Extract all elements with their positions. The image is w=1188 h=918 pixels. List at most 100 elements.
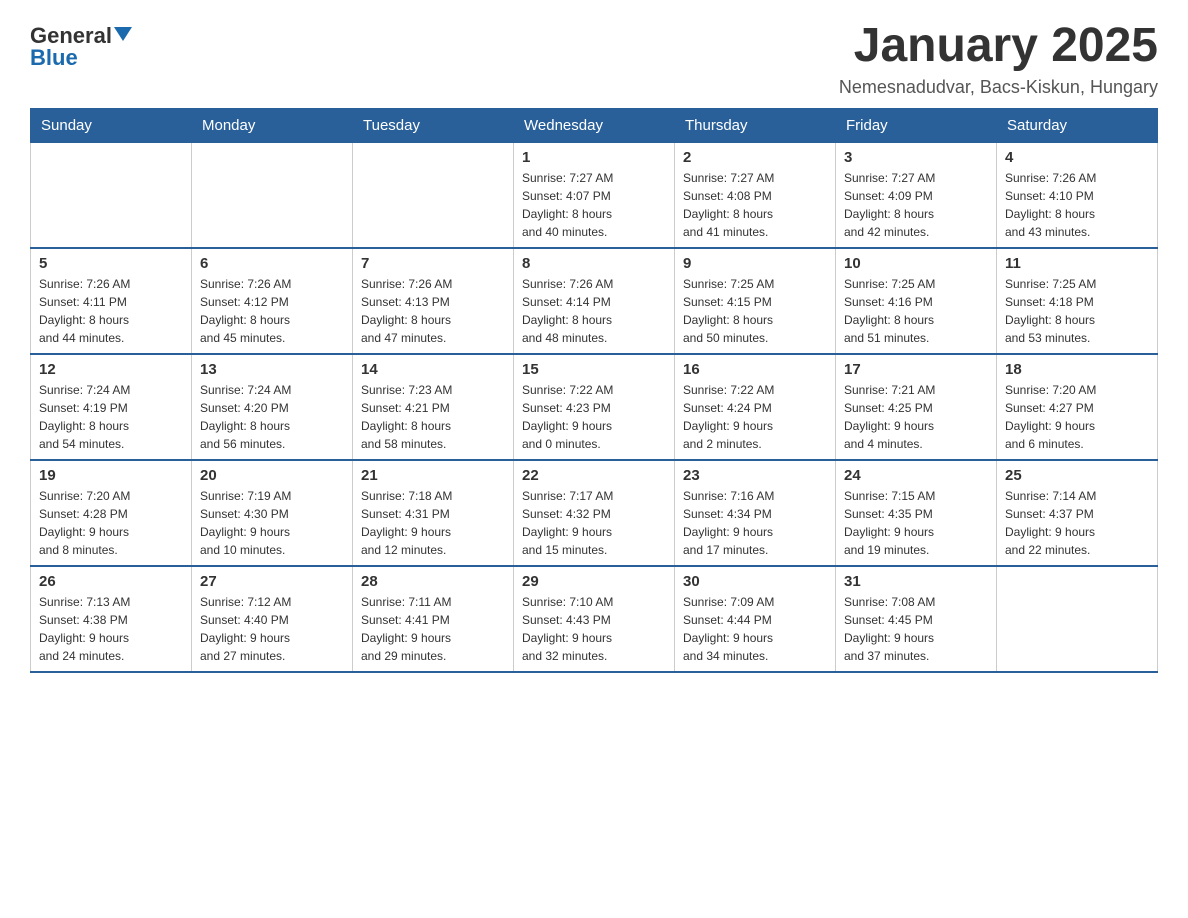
day-number: 16 [683,361,827,378]
day-info: Sunrise: 7:23 AM Sunset: 4:21 PM Dayligh… [361,381,505,453]
logo: General Blue [30,20,132,69]
day-number: 19 [39,467,183,484]
calendar-cell: 31 Sunrise: 7:08 AM Sunset: 4:45 PM Dayli… [836,566,997,672]
calendar-cell: 8 Sunrise: 7:26 AM Sunset: 4:14 PM Daylig… [514,248,675,354]
day-info: Sunrise: 7:26 AM Sunset: 4:11 PM Dayligh… [39,275,183,347]
day-number: 27 [200,573,344,590]
day-number: 29 [522,573,666,590]
day-info: Sunrise: 7:27 AM Sunset: 4:08 PM Dayligh… [683,169,827,241]
month-title: January 2025 [839,20,1158,73]
calendar-cell: 5 Sunrise: 7:26 AM Sunset: 4:11 PM Daylig… [31,248,192,354]
day-info: Sunrise: 7:26 AM Sunset: 4:12 PM Dayligh… [200,275,344,347]
day-number: 4 [1005,149,1149,166]
calendar-cell: 2 Sunrise: 7:27 AM Sunset: 4:08 PM Daylig… [675,142,836,248]
calendar-cell: 24 Sunrise: 7:15 AM Sunset: 4:35 PM Dayli… [836,460,997,566]
day-info: Sunrise: 7:24 AM Sunset: 4:19 PM Dayligh… [39,381,183,453]
day-info: Sunrise: 7:09 AM Sunset: 4:44 PM Dayligh… [683,593,827,665]
calendar-header-wednesday: Wednesday [514,108,675,142]
calendar-cell: 20Sunrise: 7:19 AM Sunset: 4:30 PM Dayli… [192,460,353,566]
logo-triangle-icon [114,27,132,41]
day-info: Sunrise: 7:22 AM Sunset: 4:23 PM Dayligh… [522,381,666,453]
day-info: Sunrise: 7:26 AM Sunset: 4:13 PM Dayligh… [361,275,505,347]
day-info: Sunrise: 7:21 AM Sunset: 4:25 PM Dayligh… [844,381,988,453]
day-number: 23 [683,467,827,484]
calendar-cell: 12 Sunrise: 7:24 AM Sunset: 4:19 PM Dayli… [31,354,192,460]
calendar-header-row: SundayMondayTuesdayWednesdayThursdayFrid… [31,108,1158,142]
calendar-cell: 26 Sunrise: 7:13 AM Sunset: 4:38 PM Dayli… [31,566,192,672]
day-number: 22 [522,467,666,484]
day-info: Sunrise: 7:20 AM Sunset: 4:28 PM Dayligh… [39,487,183,559]
page-header: General Blue January 2025 Nemesnadudvar,… [30,20,1158,98]
calendar-cell: 17Sunrise: 7:21 AM Sunset: 4:25 PM Dayli… [836,354,997,460]
calendar-cell: 22 Sunrise: 7:17 AM Sunset: 4:32 PM Dayli… [514,460,675,566]
calendar-cell: 19 Sunrise: 7:20 AM Sunset: 4:28 PM Dayli… [31,460,192,566]
logo-general: General [30,25,112,47]
day-info: Sunrise: 7:10 AM Sunset: 4:43 PM Dayligh… [522,593,666,665]
calendar-cell: 14 Sunrise: 7:23 AM Sunset: 4:21 PM Dayli… [353,354,514,460]
location: Nemesnadudvar, Bacs-Kiskun, Hungary [839,77,1158,98]
day-number: 13 [200,361,344,378]
day-number: 11 [1005,255,1149,272]
calendar-cell [31,142,192,248]
calendar-cell: 7 Sunrise: 7:26 AM Sunset: 4:13 PM Daylig… [353,248,514,354]
day-info: Sunrise: 7:22 AM Sunset: 4:24 PM Dayligh… [683,381,827,453]
day-number: 25 [1005,467,1149,484]
calendar-header-tuesday: Tuesday [353,108,514,142]
day-number: 26 [39,573,183,590]
calendar-header-sunday: Sunday [31,108,192,142]
day-number: 10 [844,255,988,272]
day-number: 2 [683,149,827,166]
day-info: Sunrise: 7:25 AM Sunset: 4:18 PM Dayligh… [1005,275,1149,347]
calendar-cell: 6 Sunrise: 7:26 AM Sunset: 4:12 PM Daylig… [192,248,353,354]
day-number: 6 [200,255,344,272]
calendar-cell: 10 Sunrise: 7:25 AM Sunset: 4:16 PM Dayli… [836,248,997,354]
calendar-week-row: 1 Sunrise: 7:27 AM Sunset: 4:07 PM Daylig… [31,142,1158,248]
calendar-cell: 16 Sunrise: 7:22 AM Sunset: 4:24 PM Dayli… [675,354,836,460]
calendar-week-row: 26 Sunrise: 7:13 AM Sunset: 4:38 PM Dayli… [31,566,1158,672]
calendar-week-row: 19 Sunrise: 7:20 AM Sunset: 4:28 PM Dayli… [31,460,1158,566]
calendar-cell: 21Sunrise: 7:18 AM Sunset: 4:31 PM Dayli… [353,460,514,566]
day-info: Sunrise: 7:15 AM Sunset: 4:35 PM Dayligh… [844,487,988,559]
day-number: 1 [522,149,666,166]
calendar-cell: 9Sunrise: 7:25 AM Sunset: 4:15 PM Daylig… [675,248,836,354]
day-number: 7 [361,255,505,272]
day-info: Sunrise: 7:16 AM Sunset: 4:34 PM Dayligh… [683,487,827,559]
calendar-cell: 30 Sunrise: 7:09 AM Sunset: 4:44 PM Dayli… [675,566,836,672]
calendar-week-row: 5 Sunrise: 7:26 AM Sunset: 4:11 PM Daylig… [31,248,1158,354]
day-info: Sunrise: 7:24 AM Sunset: 4:20 PM Dayligh… [200,381,344,453]
day-info: Sunrise: 7:25 AM Sunset: 4:15 PM Dayligh… [683,275,827,347]
day-info: Sunrise: 7:14 AM Sunset: 4:37 PM Dayligh… [1005,487,1149,559]
day-info: Sunrise: 7:27 AM Sunset: 4:09 PM Dayligh… [844,169,988,241]
day-number: 14 [361,361,505,378]
calendar-cell: 28Sunrise: 7:11 AM Sunset: 4:41 PM Dayli… [353,566,514,672]
calendar-cell: 29 Sunrise: 7:10 AM Sunset: 4:43 PM Dayli… [514,566,675,672]
day-number: 31 [844,573,988,590]
day-number: 12 [39,361,183,378]
calendar-cell: 15 Sunrise: 7:22 AM Sunset: 4:23 PM Dayli… [514,354,675,460]
day-number: 5 [39,255,183,272]
calendar-header-monday: Monday [192,108,353,142]
day-info: Sunrise: 7:26 AM Sunset: 4:10 PM Dayligh… [1005,169,1149,241]
day-info: Sunrise: 7:26 AM Sunset: 4:14 PM Dayligh… [522,275,666,347]
day-info: Sunrise: 7:27 AM Sunset: 4:07 PM Dayligh… [522,169,666,241]
calendar-cell: 27 Sunrise: 7:12 AM Sunset: 4:40 PM Dayli… [192,566,353,672]
day-number: 30 [683,573,827,590]
title-area: January 2025 Nemesnadudvar, Bacs-Kiskun,… [839,20,1158,98]
day-number: 15 [522,361,666,378]
day-number: 24 [844,467,988,484]
day-info: Sunrise: 7:13 AM Sunset: 4:38 PM Dayligh… [39,593,183,665]
calendar-header-saturday: Saturday [997,108,1158,142]
calendar-table: SundayMondayTuesdayWednesdayThursdayFrid… [30,108,1158,673]
day-number: 8 [522,255,666,272]
day-info: Sunrise: 7:25 AM Sunset: 4:16 PM Dayligh… [844,275,988,347]
calendar-header-friday: Friday [836,108,997,142]
day-info: Sunrise: 7:08 AM Sunset: 4:45 PM Dayligh… [844,593,988,665]
calendar-cell [353,142,514,248]
calendar-cell: 13 Sunrise: 7:24 AM Sunset: 4:20 PM Dayli… [192,354,353,460]
day-info: Sunrise: 7:17 AM Sunset: 4:32 PM Dayligh… [522,487,666,559]
calendar-cell: 3Sunrise: 7:27 AM Sunset: 4:09 PM Daylig… [836,142,997,248]
calendar-cell: 25 Sunrise: 7:14 AM Sunset: 4:37 PM Dayli… [997,460,1158,566]
calendar-cell: 4 Sunrise: 7:26 AM Sunset: 4:10 PM Daylig… [997,142,1158,248]
day-info: Sunrise: 7:19 AM Sunset: 4:30 PM Dayligh… [200,487,344,559]
day-info: Sunrise: 7:12 AM Sunset: 4:40 PM Dayligh… [200,593,344,665]
